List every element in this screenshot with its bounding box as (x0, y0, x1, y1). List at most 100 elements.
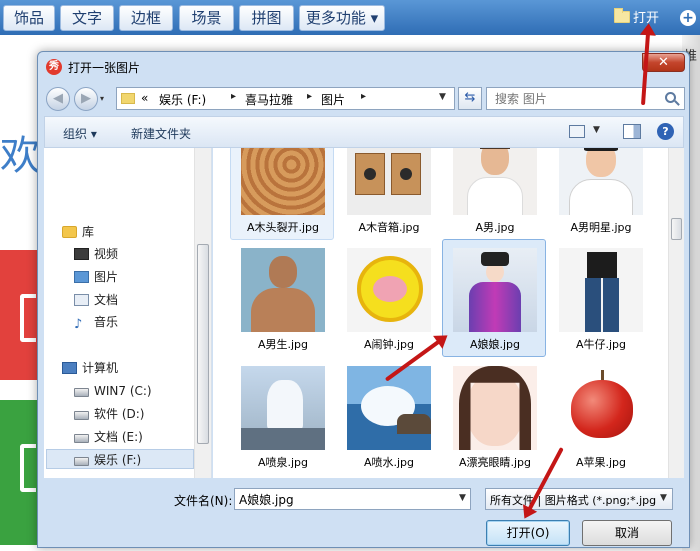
nav-item-label: WIN7 (C:) (94, 384, 152, 398)
library-icon (62, 226, 77, 238)
search-input[interactable] (495, 91, 655, 107)
menu-scene[interactable]: 场景 (179, 5, 234, 31)
organize-button[interactable]: 组织 ▾ (63, 125, 97, 142)
breadcrumb-folder[interactable]: 喜马拉雅 (245, 91, 293, 108)
folder-icon (121, 93, 135, 104)
file-thumbnail (241, 148, 325, 215)
nav-item-label: 视频 (94, 247, 119, 261)
file-list-scroll-thumb[interactable] (671, 218, 682, 240)
file-item[interactable]: A男.jpg (442, 148, 546, 240)
filename-label: 文件名(N): (174, 494, 233, 508)
file-thumbnail (241, 366, 325, 450)
green-tile[interactable] (0, 400, 40, 545)
nav-drive-f[interactable]: 娱乐 (F:) (46, 449, 194, 469)
chevron-down-icon[interactable]: ▼ (459, 493, 466, 503)
file-list-scrollbar[interactable] (668, 148, 684, 478)
refresh-button[interactable]: ⇆ (458, 87, 482, 110)
chevron-down-icon[interactable]: ▼ (660, 493, 667, 503)
file-name: A娘娘.jpg (469, 338, 521, 351)
dialog-footer: 文件名(N): ▼ 所有文件 | 图片格式 (*.png;*.jpg;*.jpe… (38, 480, 689, 548)
file-list-view: A木头裂开.jpg A木音箱.jpg A男.jpg A男明星.jpg A男生.j… (213, 148, 668, 478)
file-item[interactable]: A木头裂开.jpg (230, 148, 334, 240)
command-bar: 组织 ▾ 新建文件夹 ▼ ? (44, 116, 684, 148)
breadcrumb-drive[interactable]: 娱乐 (F:) (159, 91, 206, 108)
nav-item-label: 文档 (94, 293, 119, 307)
nav-item-label: 图片 (94, 270, 119, 284)
welcome-text: 欢 (0, 133, 40, 179)
file-type-value: 所有文件 | 图片格式 (*.png;*.jpg;*.jpeg) (490, 494, 656, 507)
documents-icon (74, 294, 89, 306)
menu-accessories[interactable]: 饰品 (3, 5, 55, 31)
filename-input[interactable] (239, 491, 449, 507)
menu-more-features[interactable]: 更多功能 ▾ (299, 5, 385, 31)
file-thumbnail (241, 248, 325, 332)
breadcrumb-separator-icon[interactable]: ▸ (307, 91, 312, 102)
app-logo-icon: 秀 (46, 59, 62, 75)
address-dropdown-icon[interactable]: ▼ (439, 92, 446, 102)
file-name: A牛仔.jpg (575, 338, 627, 351)
red-tile[interactable] (0, 250, 40, 380)
file-thumbnail (347, 248, 431, 332)
drive-icon (74, 457, 89, 466)
nav-item-label: 娱乐 (F:) (94, 453, 142, 467)
drive-icon (74, 434, 89, 443)
view-dropdown-icon[interactable]: ▼ (593, 125, 600, 135)
file-item[interactable]: A苹果.jpg (548, 357, 652, 475)
forward-button[interactable]: ▶ (74, 87, 98, 111)
nav-item-label: 库 (82, 225, 95, 239)
nav-computer[interactable]: 计算机 (62, 358, 210, 378)
nav-scrollbar[interactable] (194, 148, 211, 478)
history-dropdown-icon[interactable]: ▾ (100, 94, 110, 104)
breadcrumb-separator-icon[interactable]: ▸ (231, 91, 236, 102)
file-name: A男明星.jpg (570, 221, 632, 234)
file-item[interactable]: A男明星.jpg (548, 148, 652, 240)
nav-library[interactable]: 库 (62, 222, 210, 242)
search-box[interactable] (486, 87, 685, 110)
breadcrumb-current[interactable]: 图片 (321, 91, 345, 108)
file-item[interactable]: A男生.jpg (230, 239, 334, 357)
file-type-select[interactable]: 所有文件 | 图片格式 (*.png;*.jpg;*.jpeg) ▼ (485, 488, 673, 510)
address-bar[interactable]: « 娱乐 (F:) ▸ 喜马拉雅 ▸ 图片 ▸ ▼ (116, 87, 455, 110)
file-item[interactable]: A闹钟.jpg (336, 239, 440, 357)
view-options-icon[interactable] (569, 125, 585, 138)
menu-text[interactable]: 文字 (60, 5, 114, 31)
nav-item-label: 音乐 (94, 315, 119, 329)
file-thumbnail (453, 148, 537, 215)
help-icon[interactable]: ? (657, 123, 674, 140)
open-file-dialog: 秀 打开一张图片 ✕ ◀ ▶ ▾ « 娱乐 (F:) ▸ 喜马拉雅 ▸ 图片 ▸… (37, 51, 690, 548)
video-icon (74, 248, 89, 260)
back-button[interactable]: ◀ (46, 87, 70, 111)
file-item[interactable]: A漂亮眼睛.jpg (442, 357, 546, 475)
add-icon[interactable]: + (680, 10, 696, 26)
file-name: A木音箱.jpg (358, 221, 420, 234)
computer-icon (62, 362, 77, 374)
file-thumbnail (559, 366, 643, 450)
file-item-selected[interactable]: A娘娘.jpg (442, 239, 546, 357)
breadcrumb-overflow[interactable]: « (141, 91, 148, 105)
dialog-title: 打开一张图片 (68, 61, 141, 75)
dialog-title-bar[interactable]: 秀 打开一张图片 ✕ (38, 52, 689, 80)
file-thumbnail (347, 148, 431, 215)
file-name: A漂亮眼睛.jpg (458, 456, 532, 469)
menu-collage[interactable]: 拼图 (239, 5, 294, 31)
file-item[interactable]: A喷泉.jpg (230, 357, 334, 475)
filename-combobox[interactable]: ▼ (234, 488, 471, 510)
file-thumbnail (559, 148, 643, 215)
preview-pane-icon[interactable] (623, 124, 641, 139)
refresh-icon: ⇆ (464, 90, 476, 105)
new-folder-button[interactable]: 新建文件夹 (131, 125, 191, 142)
menu-border[interactable]: 边框 (119, 5, 173, 31)
open-button[interactable]: 打开(O) (486, 520, 570, 546)
file-thumbnail (453, 248, 537, 332)
music-icon: ♪ (74, 317, 83, 332)
file-item[interactable]: A木音箱.jpg (336, 148, 440, 240)
nav-scroll-thumb[interactable] (197, 244, 209, 444)
app-toolbar: 饰品 文字 边框 场景 拼图 更多功能 ▾ 打开 + (0, 0, 700, 35)
cancel-button[interactable]: 取消 (582, 520, 672, 546)
file-item[interactable]: A牛仔.jpg (548, 239, 652, 357)
nav-item-label: 计算机 (82, 361, 119, 375)
file-name: A喷泉.jpg (257, 456, 309, 469)
breadcrumb-separator-icon[interactable]: ▸ (361, 91, 366, 102)
file-name: A喷水.jpg (363, 456, 415, 469)
address-row: ◀ ▶ ▾ « 娱乐 (F:) ▸ 喜马拉雅 ▸ 图片 ▸ ▼ ⇆ (38, 82, 689, 114)
